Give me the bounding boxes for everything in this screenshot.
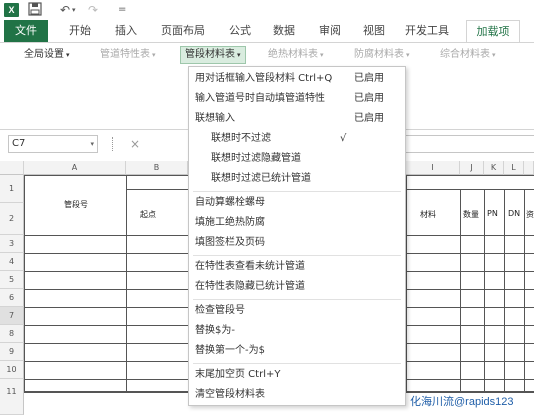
header-extra: 资 xyxy=(526,210,534,219)
row-header-10[interactable]: 10 xyxy=(0,361,24,379)
header-split-line xyxy=(126,189,188,190)
column-header-m[interactable] xyxy=(524,161,534,175)
global-settings-button[interactable]: 全局设置 ▾ xyxy=(24,47,70,63)
pipe-property-table-button[interactable]: 管道特性表 ▾ xyxy=(100,47,156,63)
tab-data[interactable]: 数据 xyxy=(266,20,302,42)
menu-item-autocomplete[interactable]: 联想输入 已启用 xyxy=(189,109,405,129)
menu-item-view-uncounted[interactable]: 在特性表查看未统计管道 xyxy=(189,257,405,277)
column-border xyxy=(524,189,525,393)
row-header-9[interactable]: 9 xyxy=(0,343,24,361)
row-header-3[interactable]: 3 xyxy=(0,235,24,253)
header-material: 材料 xyxy=(420,210,436,219)
cancel-entry-icon[interactable]: × xyxy=(130,135,150,153)
column-header-k[interactable]: K xyxy=(484,161,504,175)
row-header-11[interactable]: 11 xyxy=(0,379,24,415)
header-split-line xyxy=(406,189,534,190)
tab-view[interactable]: 视图 xyxy=(356,20,392,42)
column-header-b[interactable]: B xyxy=(126,161,188,175)
menu-separator xyxy=(193,191,401,192)
column-header-i[interactable]: I xyxy=(406,161,460,175)
quick-access-toolbar: X ↶ ▾ ↷ = xyxy=(0,0,534,20)
undo-dropdown-icon[interactable]: ▾ xyxy=(72,2,76,18)
menu-item-replace-first-dash[interactable]: 替换第一个-为$ xyxy=(189,341,405,361)
menu-item-clear-table[interactable]: 清空管段材料表 xyxy=(189,385,405,405)
formula-input[interactable] xyxy=(405,135,534,153)
header-dn: DN xyxy=(508,209,521,218)
column-border xyxy=(460,189,461,393)
row-header-2[interactable]: 2 xyxy=(0,203,24,235)
column-border xyxy=(406,175,407,393)
menu-item-dialog-input[interactable]: 用对话框输入管段材料 Ctrl+Q 已启用 xyxy=(189,69,405,89)
header-quantity: 数量 xyxy=(463,210,479,219)
header-start-point: 起点 xyxy=(140,210,156,219)
select-all-corner[interactable] xyxy=(0,161,24,175)
column-border xyxy=(126,175,127,393)
menu-separator xyxy=(193,255,401,256)
save-icon[interactable] xyxy=(28,2,42,18)
ribbon-tabs: 文件 开始 插入 页面布局 公式 数据 审阅 视图 开发工具 加载项 xyxy=(0,20,534,42)
row-header-6[interactable]: 6 xyxy=(0,289,24,307)
menu-item-calc-bolts[interactable]: 自动算螺栓螺母 xyxy=(189,193,405,213)
pipe-material-dropdown-menu: 用对话框输入管段材料 Ctrl+Q 已启用 输入管道号时自动填管道特性 已启用 联想… xyxy=(188,66,406,406)
column-header-l[interactable]: L xyxy=(504,161,524,175)
row-header-4[interactable]: 4 xyxy=(0,253,24,271)
watermark-text: 化海川流@rapids123 xyxy=(410,396,514,408)
column-border xyxy=(484,189,485,393)
tab-home[interactable]: 开始 xyxy=(62,20,98,42)
tab-file[interactable]: 文件 xyxy=(4,20,48,42)
name-box[interactable]: C7 ▾ xyxy=(8,135,98,153)
table-border-left xyxy=(24,175,25,393)
redo-icon[interactable]: ↷ xyxy=(88,2,98,18)
row-header-5[interactable]: 5 xyxy=(0,271,24,289)
tab-addins[interactable]: 加载项 xyxy=(466,20,520,42)
customize-qat-icon[interactable]: = xyxy=(118,2,126,18)
tab-developer[interactable]: 开发工具 xyxy=(400,20,454,42)
row-header-8[interactable]: 8 xyxy=(0,325,24,343)
menu-item-append-page[interactable]: 末尾加空页 Ctrl+Y xyxy=(189,365,405,385)
combined-material-button[interactable]: 综合材料表 ▾ xyxy=(440,47,496,63)
row-header-1[interactable]: 1 xyxy=(0,175,24,203)
menu-item-auto-fill-properties[interactable]: 输入管道号时自动填管道特性 已启用 xyxy=(189,89,405,109)
column-border xyxy=(504,189,505,393)
checkmark-icon: √ xyxy=(340,133,347,144)
anticorrosion-material-button[interactable]: 防腐材料表 ▾ xyxy=(354,47,410,63)
menu-item-check-pipe-number[interactable]: 检查管段号 xyxy=(189,301,405,321)
menu-separator xyxy=(193,299,401,300)
menu-item-replace-dollar[interactable]: 替换$为- xyxy=(189,321,405,341)
row-header-7[interactable]: 7 xyxy=(0,307,24,325)
column-header-a[interactable]: A xyxy=(24,161,126,175)
formula-separator xyxy=(112,137,114,151)
header-pipe-number: 管段号 xyxy=(64,200,88,209)
undo-icon[interactable]: ↶ xyxy=(60,2,70,18)
menu-item-hide-counted[interactable]: 在特性表隐藏已统计管道 xyxy=(189,277,405,297)
column-header-j[interactable]: J xyxy=(460,161,484,175)
menu-separator xyxy=(193,363,401,364)
tab-insert[interactable]: 插入 xyxy=(108,20,144,42)
excel-logo-icon: X xyxy=(4,3,19,17)
header-pn: PN xyxy=(487,209,498,218)
tab-review[interactable]: 审阅 xyxy=(312,20,348,42)
menu-item-fill-insulation[interactable]: 填施工绝热防腐 xyxy=(189,213,405,233)
menu-item-fill-titleblock[interactable]: 填图签栏及页码 xyxy=(189,233,405,253)
pipe-section-material-button[interactable]: 管段材料表 ▾ xyxy=(180,46,246,64)
tab-page-layout[interactable]: 页面布局 xyxy=(154,20,212,42)
name-box-dropdown-icon[interactable]: ▾ xyxy=(90,136,94,152)
tab-formulas[interactable]: 公式 xyxy=(222,20,258,42)
menu-item-filter-hidden[interactable]: 联想时过滤隐藏管道 xyxy=(189,149,405,169)
addins-toolbar: 全局设置 ▾ 管道特性表 ▾ 管段材料表 ▾ 绝热材料表 ▾ 防腐材料表 ▾ 综合材料表 ▾ xyxy=(0,42,534,66)
menu-item-no-filter[interactable]: 联想时不过滤 √ xyxy=(189,129,405,149)
menu-item-filter-counted[interactable]: 联想时过滤已统计管道 xyxy=(189,169,405,189)
insulation-material-button[interactable]: 绝热材料表 ▾ xyxy=(268,47,324,63)
